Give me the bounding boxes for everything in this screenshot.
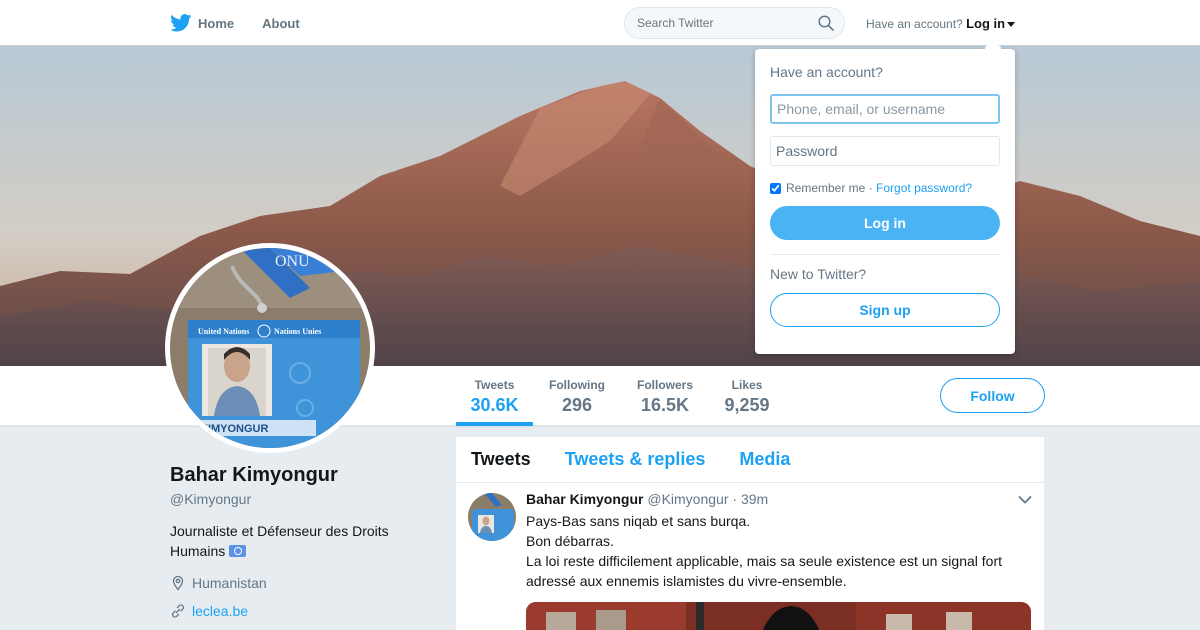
follow-button[interactable]: Follow (940, 378, 1045, 413)
tweet-line: La loi reste difficilement applicable, m… (526, 553, 1002, 589)
tweet-author-handle[interactable]: @Kimyongur (647, 491, 728, 507)
caret-down-icon[interactable] (1007, 22, 1016, 28)
badge-name-text: KIMYONGUR (200, 423, 269, 435)
stat-following[interactable]: Following 296 (542, 378, 612, 416)
stat-value: 296 (561, 395, 593, 415)
tweet-header: Bahar Kimyongur @Kimyongur · 39m (526, 491, 1032, 507)
chevron-down-icon[interactable] (1018, 495, 1032, 505)
password-field[interactable] (770, 136, 1000, 166)
badge-org-fr-text: Nations Unies (274, 327, 321, 336)
search-input[interactable] (625, 8, 805, 38)
remember-separator: · (868, 181, 873, 195)
link-icon (172, 604, 184, 618)
profile-bio: Journaliste et Défenseur des Droits Huma… (170, 521, 410, 561)
remember-me-checkbox[interactable] (770, 182, 781, 194)
about-link[interactable]: About (262, 16, 300, 31)
search-icon[interactable] (818, 15, 834, 31)
signup-button[interactable]: Sign up (770, 293, 1000, 327)
timeline-tabs: Tweets Tweets & replies Media (456, 437, 1044, 483)
tweet-author-name[interactable]: Bahar Kimyongur (526, 491, 643, 507)
username-field[interactable] (770, 94, 1000, 124)
stat-label: Likes (731, 378, 763, 392)
stat-label: Tweets (474, 378, 515, 392)
profile-name[interactable]: Bahar Kimyongur (170, 464, 338, 487)
lanyard-text: ONU (275, 253, 310, 270)
tweet[interactable]: Bahar Kimyongur @Kimyongur · 39m Pays-Ba… (456, 483, 1044, 630)
profile-website[interactable]: leclea.be (170, 603, 248, 619)
active-tab-indicator (456, 422, 533, 426)
location-pin-icon (172, 575, 184, 591)
profile-bio-text: Journaliste et Défenseur des Droits Huma… (170, 523, 389, 559)
badge-org-text: United Nations (198, 327, 249, 336)
website-link[interactable]: leclea.be (192, 603, 248, 619)
new-to-twitter-text: New to Twitter? (770, 266, 867, 282)
twitter-bird-icon[interactable] (170, 14, 192, 32)
dropdown-title: Have an account? (770, 64, 883, 80)
tab-media[interactable]: Media (739, 449, 790, 470)
top-navigation-bar: Home About Have an account? Log in (0, 0, 1200, 46)
tweet-avatar[interactable] (468, 493, 516, 541)
login-dropdown: Have an account? Remember me · Forgot pa… (755, 49, 1015, 354)
tweet-text: Pays-Bas sans niqab et sans burqa. Bon d… (526, 511, 1032, 591)
tweet-media-image[interactable] (526, 602, 1031, 630)
tweet-line: Bon débarras. (526, 533, 614, 549)
tweet-separator: · (732, 491, 738, 507)
stat-followers[interactable]: Followers 16.5K (630, 378, 700, 416)
tweet-line: Pays-Bas sans niqab et sans burqa. (526, 513, 751, 529)
dropdown-divider (770, 254, 1000, 255)
tab-tweets[interactable]: Tweets (471, 449, 531, 470)
login-menu[interactable]: Have an account? Log in (866, 16, 1016, 31)
have-account-text: Have an account? (866, 17, 963, 31)
remember-row: Remember me · Forgot password? (770, 181, 1000, 195)
login-menu-label[interactable]: Log in (966, 16, 1005, 31)
home-link[interactable]: Home (198, 16, 234, 31)
stat-value: 16.5K (640, 395, 690, 415)
un-flag-icon (229, 545, 247, 557)
forgot-password-link[interactable]: Forgot password? (876, 181, 972, 195)
stat-label: Following (549, 378, 605, 392)
stat-label: Followers (636, 378, 693, 392)
location-text: Humanistan (192, 575, 267, 591)
stat-tweets[interactable]: Tweets 30.6K (456, 378, 533, 416)
stat-value: 9,259 (724, 395, 770, 415)
remember-me-label[interactable]: Remember me (786, 181, 865, 195)
profile-handle[interactable]: @Kimyongur (170, 491, 251, 507)
tweet-timestamp[interactable]: 39m (741, 491, 768, 507)
stat-value: 30.6K (470, 395, 519, 415)
tab-tweets-replies[interactable]: Tweets & replies (565, 449, 706, 470)
profile-location: Humanistan (170, 575, 267, 591)
stat-likes[interactable]: Likes 9,259 (717, 378, 777, 416)
login-button[interactable]: Log in (770, 206, 1000, 240)
profile-avatar[interactable]: ONU United Nations Nations Unies KIMYONG… (165, 243, 375, 453)
timeline: Tweets Tweets & replies Media Bahar Kimy… (456, 437, 1044, 630)
search-box (624, 7, 845, 39)
